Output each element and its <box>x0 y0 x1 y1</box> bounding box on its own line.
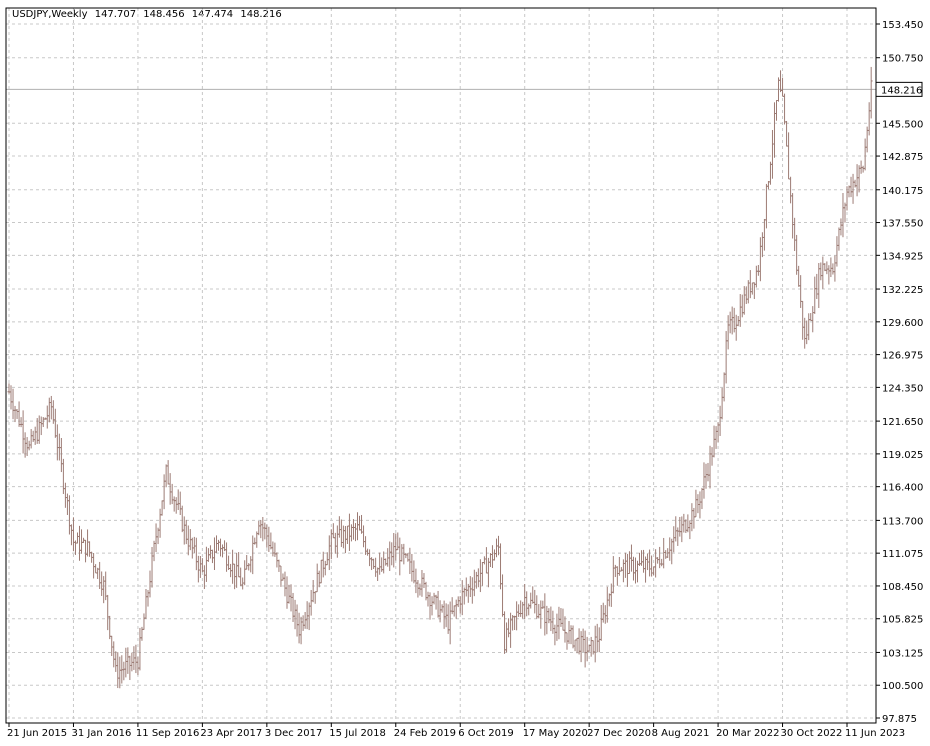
y-tick-label: 145.500 <box>882 119 923 130</box>
x-tick-label: 30 Oct 2022 <box>781 728 843 739</box>
y-tick-label: 129.600 <box>882 318 923 329</box>
x-tick-label: 6 Oct 2019 <box>458 728 513 739</box>
x-tick-label: 3 Dec 2017 <box>265 728 323 739</box>
x-tick-label: 24 Feb 2019 <box>394 728 456 739</box>
y-tick-label: 132.225 <box>882 285 923 296</box>
y-tick-label: 142.875 <box>882 152 923 163</box>
y-tick-label: 153.450 <box>882 20 923 31</box>
grid <box>6 8 876 723</box>
y-tick-label: 126.975 <box>882 351 923 362</box>
x-tick-label: 21 Jun 2015 <box>7 728 67 739</box>
x-tick-label: 17 May 2020 <box>523 728 588 739</box>
plot-frame <box>5 7 877 724</box>
x-axis: 21 Jun 2015 31 Jan 2016 11 Sep 2016 23 Apr … <box>7 723 905 739</box>
x-tick-label: 11 Jun 2023 <box>845 728 905 739</box>
y-tick-label: 116.400 <box>882 483 923 494</box>
y-tick-label: 103.125 <box>882 648 923 659</box>
y-tick-label: 137.550 <box>882 219 923 230</box>
y-tick-label: 140.175 <box>882 186 923 197</box>
current-price-label: 148.216 <box>881 85 922 96</box>
y-tick-label: 150.750 <box>882 54 923 65</box>
x-tick-label: 11 Sep 2016 <box>136 728 199 739</box>
y-tick-label: 100.500 <box>882 681 923 692</box>
x-tick-label: 15 Jul 2018 <box>329 728 386 739</box>
y-tick-label: 97.875 <box>882 714 917 725</box>
y-tick-label: 124.350 <box>882 383 923 394</box>
x-tick-label: 31 Jan 2016 <box>71 728 131 739</box>
y-axis: 153.450 150.750 145.500 142.875 140.175 137.5… <box>875 20 923 725</box>
x-tick-label: 23 Apr 2017 <box>200 728 262 739</box>
y-tick-label: 113.700 <box>882 516 923 527</box>
x-tick-label: 20 Mar 2022 <box>716 728 779 739</box>
x-tick-label: 8 Aug 2021 <box>652 728 710 739</box>
y-tick-label: 119.025 <box>882 450 923 461</box>
ohlc-bars <box>7 66 873 689</box>
y-tick-label: 111.075 <box>882 549 923 560</box>
price-chart[interactable]: 153.450 150.750 145.500 142.875 140.175 137.5… <box>0 0 930 746</box>
y-tick-label: 134.925 <box>882 251 923 262</box>
x-tick-label: 27 Dec 2020 <box>587 728 651 739</box>
y-tick-label: 108.450 <box>882 582 923 593</box>
y-tick-label: 105.825 <box>882 615 923 626</box>
y-tick-label: 121.650 <box>882 417 923 428</box>
plot-border <box>5 7 877 724</box>
